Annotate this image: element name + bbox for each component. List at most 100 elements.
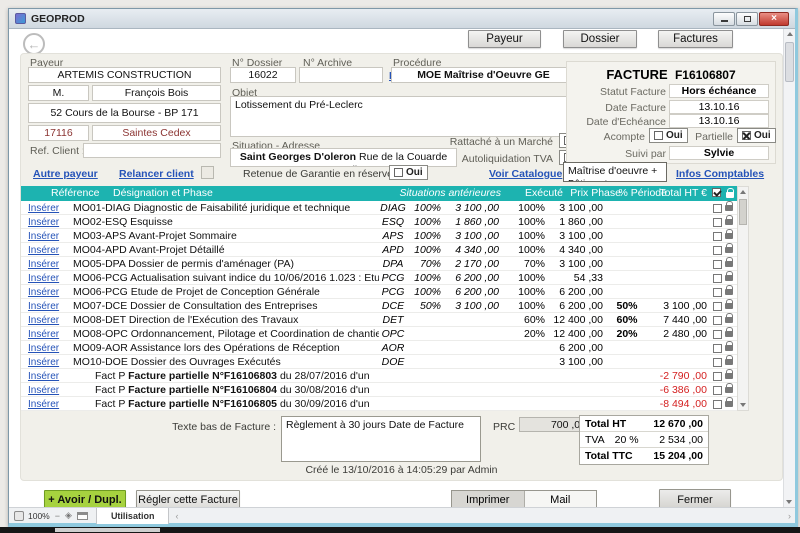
header-designation[interactable]: Désignation et Phase: [113, 187, 213, 199]
insert-link[interactable]: Insérer: [21, 342, 61, 355]
prix-phase-cell[interactable]: 4 340 ,00: [549, 244, 607, 257]
payer-zip-field[interactable]: 17116: [28, 125, 89, 141]
execute-pct-cell[interactable]: 100%: [503, 272, 549, 285]
designation-cell[interactable]: MO04-APD Avant-Projet Détaillé: [61, 244, 379, 257]
window-scrollbar[interactable]: [783, 29, 795, 507]
designation-cell[interactable]: MO07-DCE Dossier de Consultation des Ent…: [61, 300, 379, 313]
periode-pct-cell[interactable]: 20%: [607, 328, 651, 341]
execute-pct-cell[interactable]: 100%: [503, 230, 549, 243]
dossier-number-field[interactable]: 16022: [230, 67, 296, 83]
insert-link[interactable]: Insérer: [21, 384, 61, 397]
scroll-up-icon[interactable]: [740, 190, 746, 194]
window-mode-icon[interactable]: [77, 512, 88, 520]
prix-phase-cell[interactable]: 3 100 ,00: [549, 258, 607, 271]
prix-phase-cell[interactable]: 6 200 ,00: [549, 300, 607, 313]
select-all-checkbox[interactable]: [712, 188, 721, 197]
row-checkbox[interactable]: [713, 288, 722, 297]
prix-phase-cell[interactable]: 1 860 ,00: [549, 216, 607, 229]
imprimer-button[interactable]: Imprimer: [452, 491, 525, 508]
row-checkbox[interactable]: [713, 358, 722, 367]
row-checkbox[interactable]: [713, 344, 722, 353]
relancer-client-link[interactable]: Relancer client: [119, 168, 194, 180]
window-titlebar[interactable]: GEOPROD ×: [9, 9, 795, 29]
payer-address-field[interactable]: 52 Cours de la Bourse - BP 171: [28, 103, 221, 123]
execute-pct-cell[interactable]: 20%: [503, 328, 549, 341]
tab-scroll-right-icon[interactable]: ›: [788, 511, 791, 521]
utilisation-tab[interactable]: Utilisation: [96, 508, 170, 524]
payer-city-field[interactable]: Saintes Cedex: [92, 125, 221, 141]
garantie-oui-checkbox[interactable]: Oui: [389, 165, 428, 180]
header-prix[interactable]: Prix Phase: [570, 187, 621, 199]
insert-link[interactable]: Insérer: [21, 202, 61, 215]
procedure-field[interactable]: MOE Maîtrise d'Oeuvre GE: [391, 67, 576, 83]
factures-nav-button[interactable]: Factures: [658, 30, 733, 48]
execute-pct-cell[interactable]: 100%: [503, 244, 549, 257]
execute-pct-cell[interactable]: 100%: [503, 202, 549, 215]
execute-pct-cell[interactable]: 60%: [503, 314, 549, 327]
execute-pct-cell[interactable]: 100%: [503, 300, 549, 313]
statut-field[interactable]: Hors échéance: [669, 84, 769, 98]
row-checkbox[interactable]: [713, 246, 722, 255]
row-checkbox[interactable]: [713, 330, 722, 339]
zoom-level[interactable]: 100%: [28, 511, 50, 521]
designation-cell[interactable]: MO03-APS Avant-Projet Sommaire: [61, 230, 379, 243]
window-scroll-down-icon[interactable]: [786, 500, 792, 504]
row-checkbox[interactable]: [713, 260, 722, 269]
designation-cell[interactable]: MO02-ESQ Esquisse: [61, 216, 379, 229]
prix-phase-cell[interactable]: 3 100 ,00: [549, 230, 607, 243]
periode-pct-cell[interactable]: 50%: [607, 300, 651, 313]
tab-scroll-left-icon[interactable]: ‹: [175, 511, 178, 521]
insert-link[interactable]: Insérer: [21, 230, 61, 243]
row-checkbox[interactable]: [713, 372, 722, 381]
partielle-oui-checkbox[interactable]: Oui: [737, 128, 776, 143]
insert-link[interactable]: Insérer: [21, 398, 61, 411]
designation-cell[interactable]: MO08-DET Direction de l'Exécution des Tr…: [61, 314, 379, 327]
prix-phase-cell[interactable]: 54 ,33: [549, 272, 607, 285]
close-button[interactable]: ×: [759, 12, 789, 26]
row-checkbox[interactable]: [713, 232, 722, 241]
window-scroll-up-icon[interactable]: [787, 32, 793, 36]
autre-payeur-link[interactable]: Autre payeur: [33, 168, 98, 180]
window-scrollbar-thumb[interactable]: [785, 42, 794, 82]
prix-phase-cell[interactable]: 6 200 ,00: [549, 342, 607, 355]
row-checkbox[interactable]: [713, 400, 722, 409]
zoom-out-icon[interactable]: −: [55, 511, 60, 521]
insert-link[interactable]: Insérer: [21, 286, 61, 299]
insert-link[interactable]: Insérer: [21, 370, 61, 383]
designation-cell[interactable]: MO09-AOR Assistance lors des Opérations …: [61, 342, 379, 355]
client-ref-field[interactable]: [83, 143, 221, 158]
prix-phase-cell[interactable]: 3 100 ,00: [549, 356, 607, 369]
insert-link[interactable]: Insérer: [21, 328, 61, 341]
designation-cell[interactable]: Fact P Facture partielle N°F16106803 du …: [61, 370, 379, 383]
partielle-checkbox-icon[interactable]: [742, 131, 751, 140]
row-checkbox[interactable]: [713, 386, 722, 395]
insert-link[interactable]: Insérer: [21, 216, 61, 229]
objet-textarea[interactable]: Lotissement du Pré-Leclerc: [230, 96, 576, 137]
insert-link[interactable]: Insérer: [21, 272, 61, 285]
payer-name-field[interactable]: ARTEMIS CONSTRUCTION: [28, 67, 221, 83]
dossier-nav-button[interactable]: Dossier: [563, 30, 637, 48]
texte-bas-textarea[interactable]: Règlement à 30 jours Date de Facture: [281, 416, 481, 462]
row-checkbox[interactable]: [713, 204, 722, 213]
designation-cell[interactable]: MO08-OPC Ordonnancement, Pilotage et Coo…: [61, 328, 379, 341]
payer-civility-field[interactable]: M.: [28, 85, 89, 101]
catalogue-dropdown[interactable]: Maîtrise d'oeuvre + Bâtiment: [563, 162, 667, 182]
insert-link[interactable]: Insérer: [21, 244, 61, 257]
voir-catalogue-link[interactable]: Voir Catalogue: [489, 168, 562, 180]
header-reference[interactable]: Référence: [51, 187, 99, 199]
date-facture-field[interactable]: 13.10.16: [669, 100, 769, 114]
header-total[interactable]: Total HT €: [659, 187, 707, 199]
row-checkbox[interactable]: [713, 218, 722, 227]
table-scrollbar[interactable]: [737, 186, 749, 411]
designation-cell[interactable]: Fact P Facture partielle N°F16106804 du …: [61, 384, 379, 397]
date-echeance-field[interactable]: 13.10.16: [669, 114, 769, 128]
prix-phase-cell[interactable]: 3 100 ,00: [549, 202, 607, 215]
scroll-down-icon[interactable]: [740, 403, 746, 407]
designation-cell[interactable]: MO06-PCG Actualisation suivant indice du…: [61, 272, 379, 285]
prix-phase-cell[interactable]: 6 200 ,00: [549, 286, 607, 299]
suivi-field[interactable]: Sylvie: [669, 146, 769, 160]
row-checkbox[interactable]: [713, 302, 722, 311]
mail-button[interactable]: Mail: [525, 491, 597, 508]
infos-comptables-link[interactable]: Infos Comptables: [676, 168, 764, 180]
execute-pct-cell[interactable]: 100%: [503, 286, 549, 299]
